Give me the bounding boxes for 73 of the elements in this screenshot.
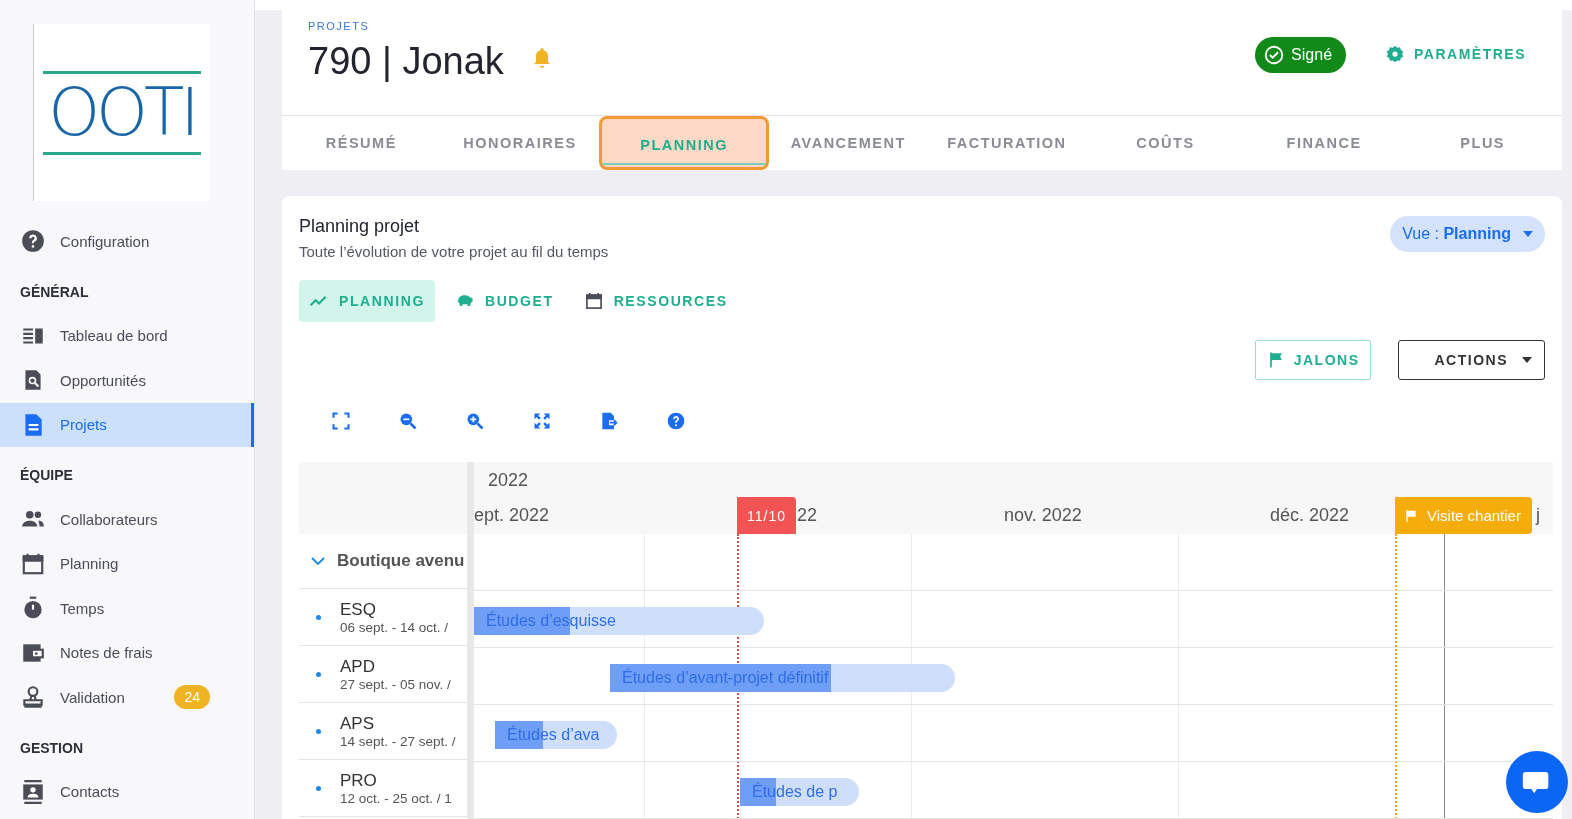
sidebar-item[interactable]: Tableau de bord: [0, 313, 254, 358]
phase-code: ESQ: [340, 599, 377, 620]
month-label: j: [1536, 505, 1540, 526]
splitter-handle[interactable]: [467, 462, 474, 819]
tab[interactable]: FINANCE: [1244, 116, 1404, 170]
sidebar-item[interactable]: Configuration: [0, 219, 254, 264]
settings-icon: [1386, 45, 1405, 63]
count-badge: 24: [174, 685, 210, 710]
tab[interactable]: HONORAIRES: [440, 116, 600, 170]
fit-icon[interactable]: [532, 411, 552, 431]
logo: OOTI: [33, 24, 210, 201]
sidebar-item[interactable]: Collaborateurs: [0, 497, 254, 542]
flag-icon: [1403, 507, 1419, 524]
tab[interactable]: PLANNING: [599, 116, 769, 170]
milestones-button[interactable]: JALONS: [1254, 340, 1371, 380]
help-icon: [20, 228, 46, 255]
sidebar-item[interactable]: Planning: [0, 541, 254, 586]
panel-title: Planning projet: [299, 216, 421, 237]
phase-code: APS: [340, 713, 376, 734]
section-heading: GÉNÉRAL: [19, 282, 90, 302]
view-dropdown[interactable]: Vue : Planning: [1390, 216, 1545, 252]
sidebar-item[interactable]: Opportunités: [0, 358, 254, 403]
actions-dropdown[interactable]: ACTIONS: [1397, 340, 1545, 380]
caret-icon: [1522, 357, 1532, 363]
milestone-marker: Visite chantier: [1395, 497, 1532, 534]
tab[interactable]: RÉSUMÉ: [282, 116, 441, 170]
status-button[interactable]: Signé: [1255, 37, 1347, 73]
fullscreen-icon[interactable]: [331, 411, 351, 431]
view-tab[interactable]: PLANNING: [299, 280, 435, 322]
zoom-out-icon[interactable]: [398, 411, 418, 431]
sidebar-item[interactable]: Contacts: [0, 769, 254, 814]
panel-subtitle: Toute l’évolution de votre projet au fil du temps: [299, 243, 609, 260]
phase-code: APD: [340, 656, 376, 677]
phase-dates: 27 sept. - 05 nov. /: [340, 676, 451, 692]
bullet-icon: [316, 671, 321, 677]
phase-dates: 12 oct. - 25 oct. / 1: [340, 790, 452, 806]
sidebar-item[interactable]: Temps: [0, 586, 254, 631]
month-label: 22: [797, 505, 818, 526]
today-marker: 11/10: [737, 497, 796, 534]
bullet-icon: [316, 785, 321, 791]
month-label: nov. 2022: [1004, 505, 1082, 526]
year-label: 2022: [487, 469, 530, 492]
bullet-icon: [316, 728, 321, 734]
section-heading: ÉQUIPE: [19, 466, 74, 485]
project-title: 790 | Jonak: [308, 40, 504, 83]
gantt-bar[interactable]: Études d’avant-projet définitif: [610, 664, 955, 692]
phase-dates: 06 sept. - 14 oct. /: [340, 619, 449, 635]
tab[interactable]: AVANCEMENT: [768, 116, 928, 170]
tab[interactable]: FACTURATION: [927, 116, 1087, 170]
phase-dates: 14 sept. - 27 sept. /: [340, 733, 456, 749]
help-icon[interactable]: [666, 411, 686, 431]
tab[interactable]: COÛTS: [1086, 116, 1245, 170]
contact-card-icon: [20, 778, 46, 805]
month-label: déc. 2022: [1270, 505, 1350, 526]
group-label: Boutique avenu: [337, 551, 465, 571]
caret-icon: [1523, 231, 1533, 237]
month-label: ept. 2022: [474, 505, 550, 526]
calendar-icon: [583, 291, 604, 311]
view-tab[interactable]: RESSOURCES: [573, 280, 738, 322]
sidebar-item[interactable]: Projets: [0, 402, 254, 447]
view-tab[interactable]: BUDGET: [444, 280, 564, 322]
stamp-icon: [20, 684, 46, 711]
settings-button[interactable]: PARAMÈTRES: [1376, 37, 1536, 71]
breadcrumb[interactable]: PROJETS: [308, 20, 554, 32]
section-heading: GESTION: [19, 738, 84, 758]
bullet-icon: [316, 614, 321, 620]
zoom-in-icon[interactable]: [465, 411, 485, 431]
sidebar-item[interactable]: Validation 24: [0, 675, 254, 720]
check-circle-icon: [1263, 44, 1286, 66]
phase-code: PRO: [340, 770, 378, 791]
export-icon[interactable]: [599, 411, 619, 431]
sidebar-item[interactable]: Notes de frais: [0, 630, 254, 675]
tab[interactable]: PLUS: [1403, 116, 1562, 170]
